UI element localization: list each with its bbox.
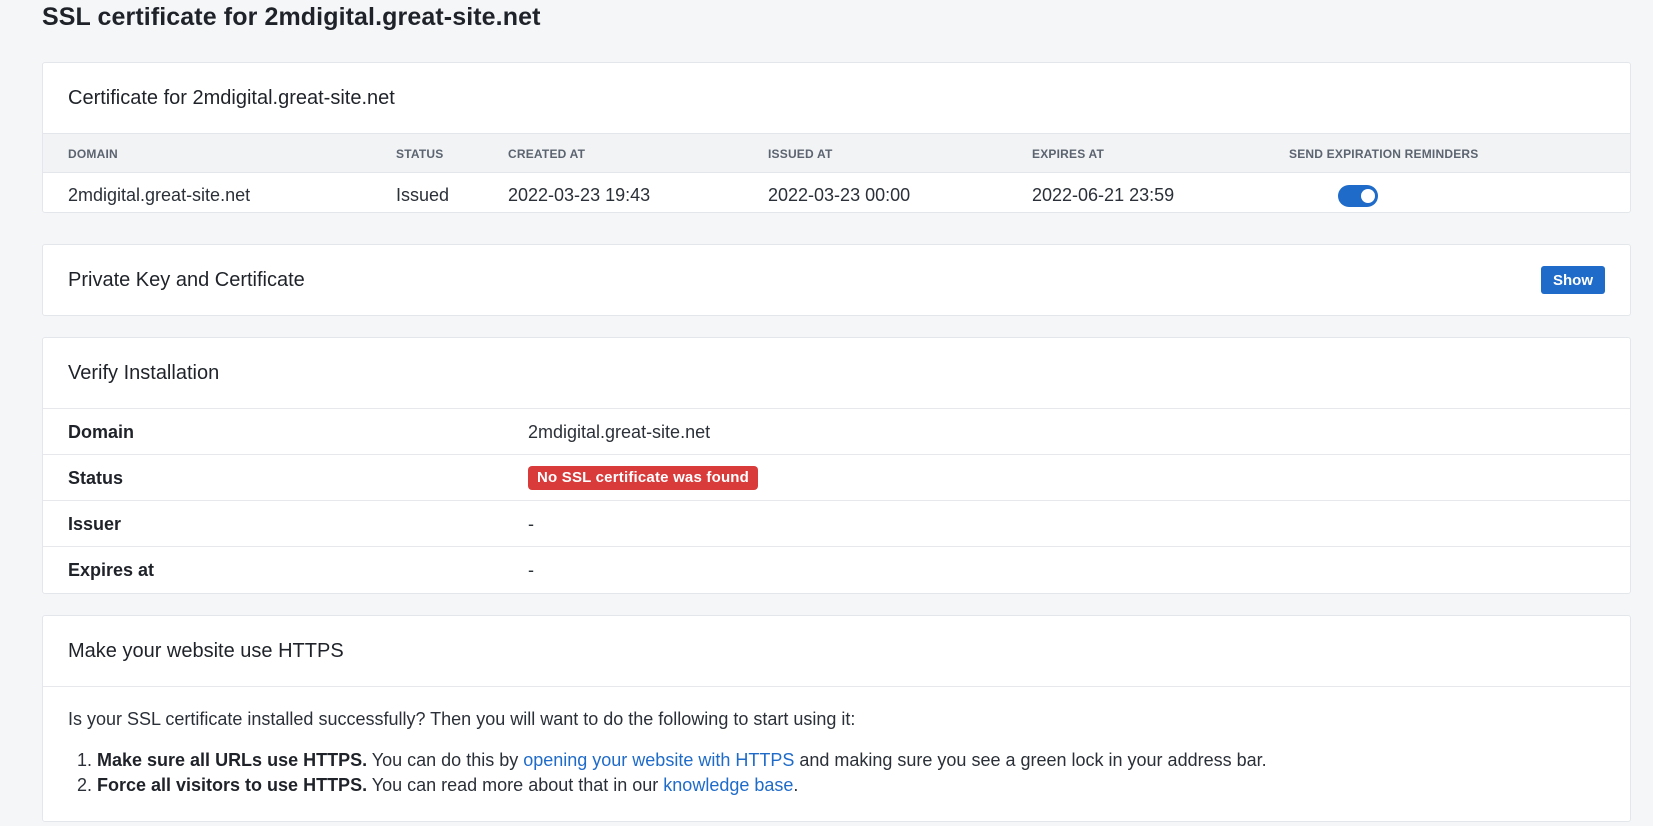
- verify-expires-label: Expires at: [68, 560, 155, 580]
- column-header-created-at: CREATED AT: [508, 147, 586, 161]
- show-button[interactable]: Show: [1541, 266, 1605, 294]
- step-2-text-after: .: [793, 775, 799, 795]
- column-header-issued-at: ISSUED AT: [768, 147, 833, 161]
- verify-domain-label: Domain: [68, 422, 135, 442]
- cell-status: Issued: [396, 185, 450, 205]
- cell-created-at: 2022-03-23 19:43: [508, 185, 651, 205]
- verify-status-label: Status: [68, 468, 124, 488]
- verify-card-title: Verify Installation: [68, 361, 220, 384]
- https-card-header: Make your website use HTTPS: [43, 616, 1630, 686]
- verify-issuer-value: -: [528, 514, 534, 534]
- https-card: Make your website use HTTPS Is your SSL …: [42, 615, 1631, 822]
- step-2-text-before: You can read more about that in our: [367, 775, 664, 795]
- https-intro: Is your SSL certificate installed succes…: [68, 709, 856, 729]
- certificate-card-header: Certificate for 2mdigital.great-site.net: [43, 63, 1630, 133]
- https-card-title: Make your website use HTTPS: [68, 639, 344, 662]
- private-key-card-title: Private Key and Certificate: [68, 268, 305, 291]
- toggle-knob: [1361, 189, 1375, 203]
- step-1-title: Make sure all URLs use HTTPS.: [97, 750, 368, 770]
- expiration-reminders-toggle[interactable]: [1338, 185, 1378, 207]
- list-item: Force all visitors to use HTTPS. You can…: [97, 773, 1605, 798]
- verify-row-domain: Domain 2mdigital.great-site.net: [43, 408, 1630, 454]
- certificate-table-header: DOMAIN STATUS CREATED AT ISSUED AT EXPIR…: [43, 133, 1630, 173]
- verify-row-expires: Expires at -: [43, 546, 1630, 592]
- verify-issuer-label: Issuer: [68, 514, 122, 534]
- page-title: SSL certificate for 2mdigital.great-site…: [42, 3, 541, 31]
- https-card-body: Is your SSL certificate installed succes…: [43, 687, 1630, 798]
- certificate-card-title: Certificate for 2mdigital.great-site.net: [68, 86, 395, 109]
- open-website-https-link[interactable]: opening your website with HTTPS: [523, 750, 794, 770]
- private-key-card: Private Key and Certificate Show: [42, 244, 1631, 316]
- verify-domain-value: 2mdigital.great-site.net: [528, 422, 711, 442]
- column-header-status: STATUS: [396, 147, 444, 161]
- verify-expires-value: -: [528, 560, 534, 580]
- table-row: 2mdigital.great-site.net Issued 2022-03-…: [43, 173, 1630, 218]
- column-header-domain: DOMAIN: [68, 147, 118, 161]
- step-1-text-after: and making sure you see a green lock in …: [794, 750, 1267, 770]
- https-steps-list: Make sure all URLs use HTTPS. You can do…: [68, 748, 1605, 798]
- knowledge-base-link[interactable]: knowledge base: [663, 775, 793, 795]
- column-header-send-reminders: SEND EXPIRATION REMINDERS: [1289, 147, 1479, 161]
- verify-installation-card: Verify Installation Domain 2mdigital.gre…: [42, 337, 1631, 594]
- verify-card-header: Verify Installation: [43, 338, 1630, 408]
- private-key-card-header: Private Key and Certificate Show: [43, 245, 1630, 315]
- cell-issued-at: 2022-03-23 00:00: [768, 185, 911, 205]
- list-item: Make sure all URLs use HTTPS. You can do…: [97, 748, 1605, 773]
- status-badge: No SSL certificate was found: [528, 466, 759, 490]
- column-header-expires-at: EXPIRES AT: [1032, 147, 1105, 161]
- verify-row-status: Status No SSL certificate was found: [43, 454, 1630, 500]
- cell-expires-at: 2022-06-21 23:59: [1032, 185, 1175, 205]
- step-2-title: Force all visitors to use HTTPS.: [97, 775, 368, 795]
- step-1-text-before: You can do this by: [367, 750, 524, 770]
- certificate-card: Certificate for 2mdigital.great-site.net…: [42, 62, 1631, 213]
- verify-row-issuer: Issuer -: [43, 500, 1630, 546]
- cell-domain: 2mdigital.great-site.net: [68, 185, 251, 205]
